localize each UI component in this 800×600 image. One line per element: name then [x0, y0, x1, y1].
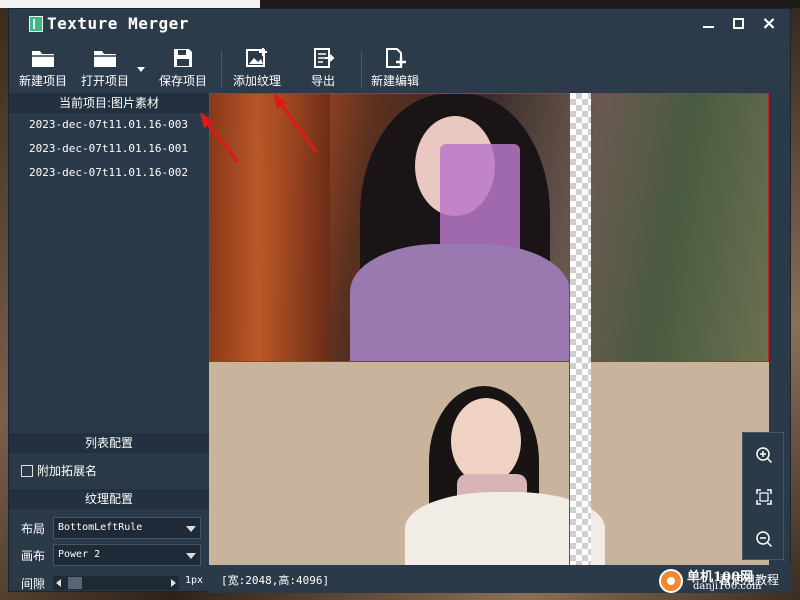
gap-row: 间隙 1px	[21, 572, 209, 594]
gap-value: 1px	[185, 575, 204, 586]
pagoda-background	[210, 94, 330, 361]
open-project-label: 打开项目	[80, 74, 129, 88]
app-logo-icon	[29, 16, 43, 32]
texture-image-girl-white-coat[interactable]	[209, 362, 769, 565]
texture-list: 2023-dec-07t11.01.16-003 2023-dec-07t11.…	[9, 113, 209, 185]
app-title: Texture Merger	[47, 14, 189, 33]
export-icon	[314, 48, 335, 68]
export-label: 导出	[310, 74, 335, 88]
texture-config-header: 纹理配置	[9, 489, 209, 509]
slider-thumb[interactable]	[67, 577, 82, 589]
chevron-down-icon	[186, 526, 196, 532]
slider-left-arrow-icon[interactable]	[56, 579, 61, 587]
texture-image-veiled-woman[interactable]	[209, 93, 769, 362]
figure-body	[350, 244, 570, 361]
gap-label: 间隙	[21, 577, 46, 591]
slider-right-arrow-icon[interactable]	[171, 579, 176, 587]
new-edit-label: 新建编辑	[370, 74, 419, 88]
app-window: Texture Merger × 新建项目 打开项目 保存项目 添加纹理 导出 …	[8, 8, 791, 593]
add-texture-button[interactable]: 添加纹理	[227, 45, 287, 93]
folder-new-icon	[32, 51, 54, 67]
open-project-button[interactable]: 打开项目	[75, 45, 135, 93]
canvas-row: 画布 Power 2	[21, 544, 209, 566]
list-item[interactable]: 2023-dec-07t11.01.16-003	[9, 113, 209, 137]
layout-value: BottomLeftRule	[58, 522, 143, 533]
zoom-toolbox	[742, 432, 784, 560]
close-button[interactable]: ×	[756, 12, 782, 36]
new-project-button[interactable]: 新建项目	[13, 45, 73, 93]
maximize-icon	[733, 18, 744, 29]
toolbar-separator	[221, 51, 222, 87]
fit-screen-button[interactable]	[743, 477, 785, 517]
figure-face	[451, 398, 521, 484]
fit-screen-icon	[756, 489, 772, 505]
folder-open-icon	[94, 51, 116, 67]
transparent-canvas-area	[569, 93, 591, 565]
zoom-in-button[interactable]	[743, 435, 785, 475]
list-item[interactable]: 2023-dec-07t11.01.16-002	[9, 161, 209, 185]
maximize-button[interactable]	[726, 12, 752, 36]
export-button[interactable]: 导出	[293, 45, 353, 93]
new-edit-button[interactable]: 新建编辑	[365, 45, 425, 93]
minimize-button[interactable]	[696, 12, 722, 36]
zoom-out-icon	[756, 531, 773, 548]
canvas-value: Power 2	[58, 549, 101, 560]
list-item[interactable]: 2023-dec-07t11.01.16-001	[9, 137, 209, 161]
save-icon	[174, 49, 192, 67]
toolbar: 新建项目 打开项目 保存项目 添加纹理 导出 新建编辑	[9, 39, 790, 93]
layout-select[interactable]: BottomLeftRule	[53, 517, 201, 539]
append-extension-option[interactable]: 附加拓展名	[21, 463, 97, 479]
current-project-header: 当前项目:图片素材	[9, 93, 209, 113]
zoom-in-icon	[756, 447, 773, 464]
gap-slider[interactable]	[53, 576, 179, 590]
left-panel: 当前项目:图片素材 2023-dec-07t11.01.16-003 2023-…	[9, 93, 209, 591]
toolbar-separator	[361, 51, 362, 87]
texture-canvas[interactable]	[209, 93, 769, 565]
status-bar: [宽:2048,高:4096] 单机100网 danji100.com 看使用教…	[209, 565, 791, 593]
canvas-label: 画布	[21, 549, 46, 563]
add-image-icon	[246, 48, 267, 67]
chevron-down-icon	[186, 553, 196, 559]
save-project-label: 保存项目	[158, 74, 207, 88]
tutorial-link[interactable]: 看使用教程	[719, 571, 779, 588]
append-extension-label: 附加拓展名	[37, 464, 98, 478]
canvas-select[interactable]: Power 2	[53, 544, 201, 566]
new-document-icon	[386, 48, 406, 68]
open-project-dropdown-icon[interactable]	[137, 67, 145, 72]
minimize-icon	[703, 26, 714, 28]
add-texture-label: 添加纹理	[232, 74, 281, 88]
save-project-button[interactable]: 保存项目	[153, 45, 213, 93]
watermark-logo-icon	[659, 569, 683, 593]
zoom-out-button[interactable]	[743, 519, 785, 559]
new-project-label: 新建项目	[18, 74, 67, 88]
append-extension-checkbox[interactable]	[21, 465, 33, 477]
title-bar: Texture Merger ×	[9, 9, 790, 39]
layout-label: 布局	[21, 522, 46, 536]
canvas-size-status: [宽:2048,高:4096]	[221, 574, 330, 587]
list-config-header: 列表配置	[9, 433, 209, 453]
desktop-top-strip	[0, 0, 800, 8]
layout-row: 布局 BottomLeftRule	[21, 517, 209, 539]
